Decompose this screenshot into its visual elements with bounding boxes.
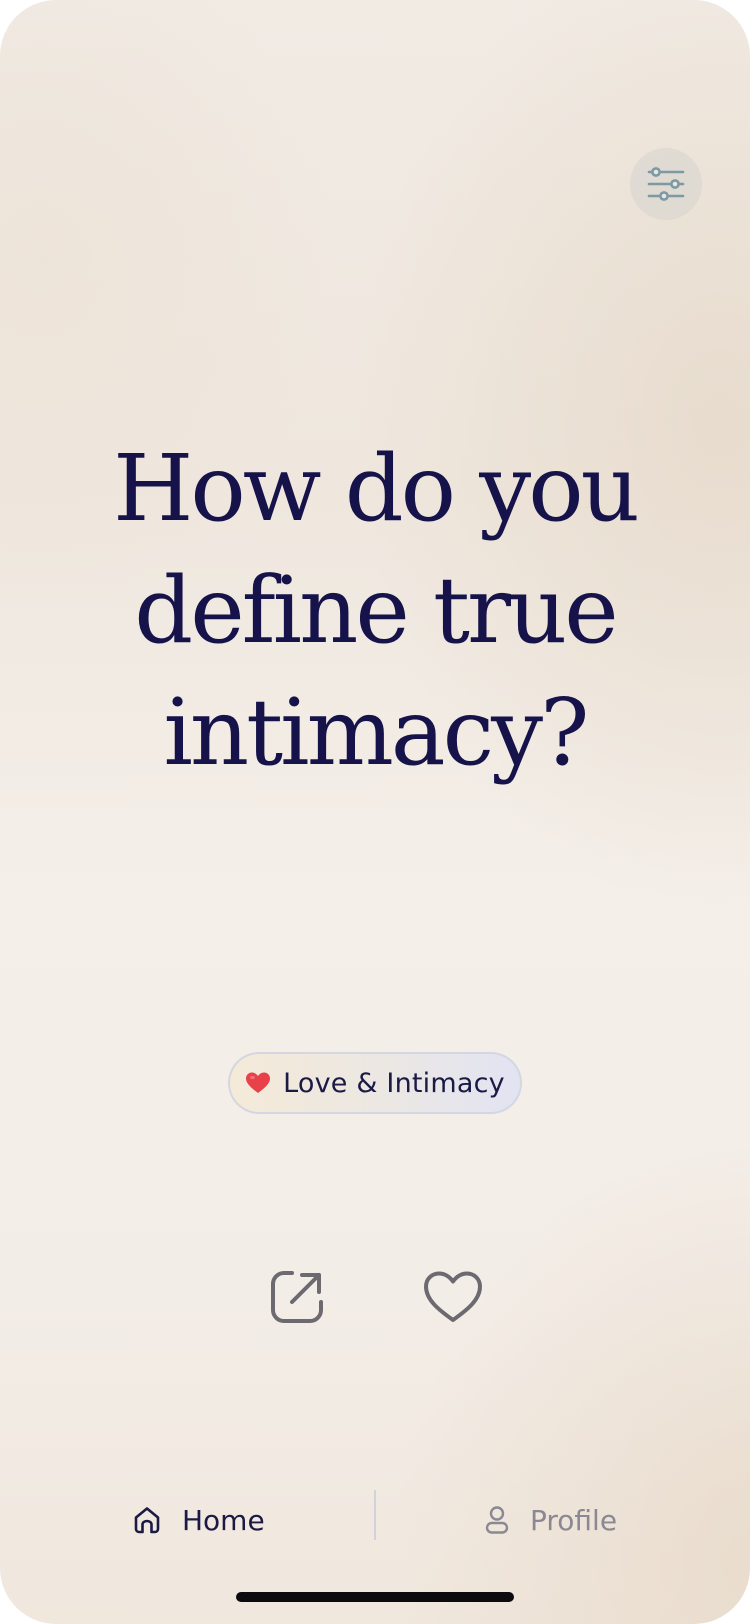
heart-emoji-icon: [245, 1071, 271, 1095]
heart-icon: [424, 1271, 482, 1322]
screen: How do you define true intimacy? Love & …: [0, 0, 750, 1624]
share-icon: [271, 1271, 323, 1323]
home-indicator: [236, 1592, 514, 1602]
tab-divider: [374, 1490, 376, 1540]
like-button[interactable]: [418, 1262, 488, 1332]
filter-button[interactable]: [630, 148, 702, 220]
home-icon: [134, 1507, 160, 1534]
category-label: Love & Intimacy: [283, 1067, 505, 1099]
question-line-1: How do you: [113, 435, 640, 542]
question-line-3: intimacy?: [163, 679, 590, 786]
tab-profile[interactable]: Profile: [484, 1480, 617, 1560]
question-text: How do you define true intimacy?: [0, 428, 750, 794]
question-line-2: define true: [134, 557, 618, 664]
sliders-icon: [647, 167, 685, 201]
share-button[interactable]: [262, 1262, 332, 1332]
user-icon: [485, 1506, 509, 1534]
tab-profile-label: Profile: [530, 1503, 618, 1537]
tab-bar: Home Profile: [0, 1480, 750, 1560]
tab-home-label: Home: [182, 1503, 265, 1537]
category-pill[interactable]: Love & Intimacy: [228, 1052, 522, 1114]
tab-home[interactable]: Home: [132, 1480, 265, 1560]
